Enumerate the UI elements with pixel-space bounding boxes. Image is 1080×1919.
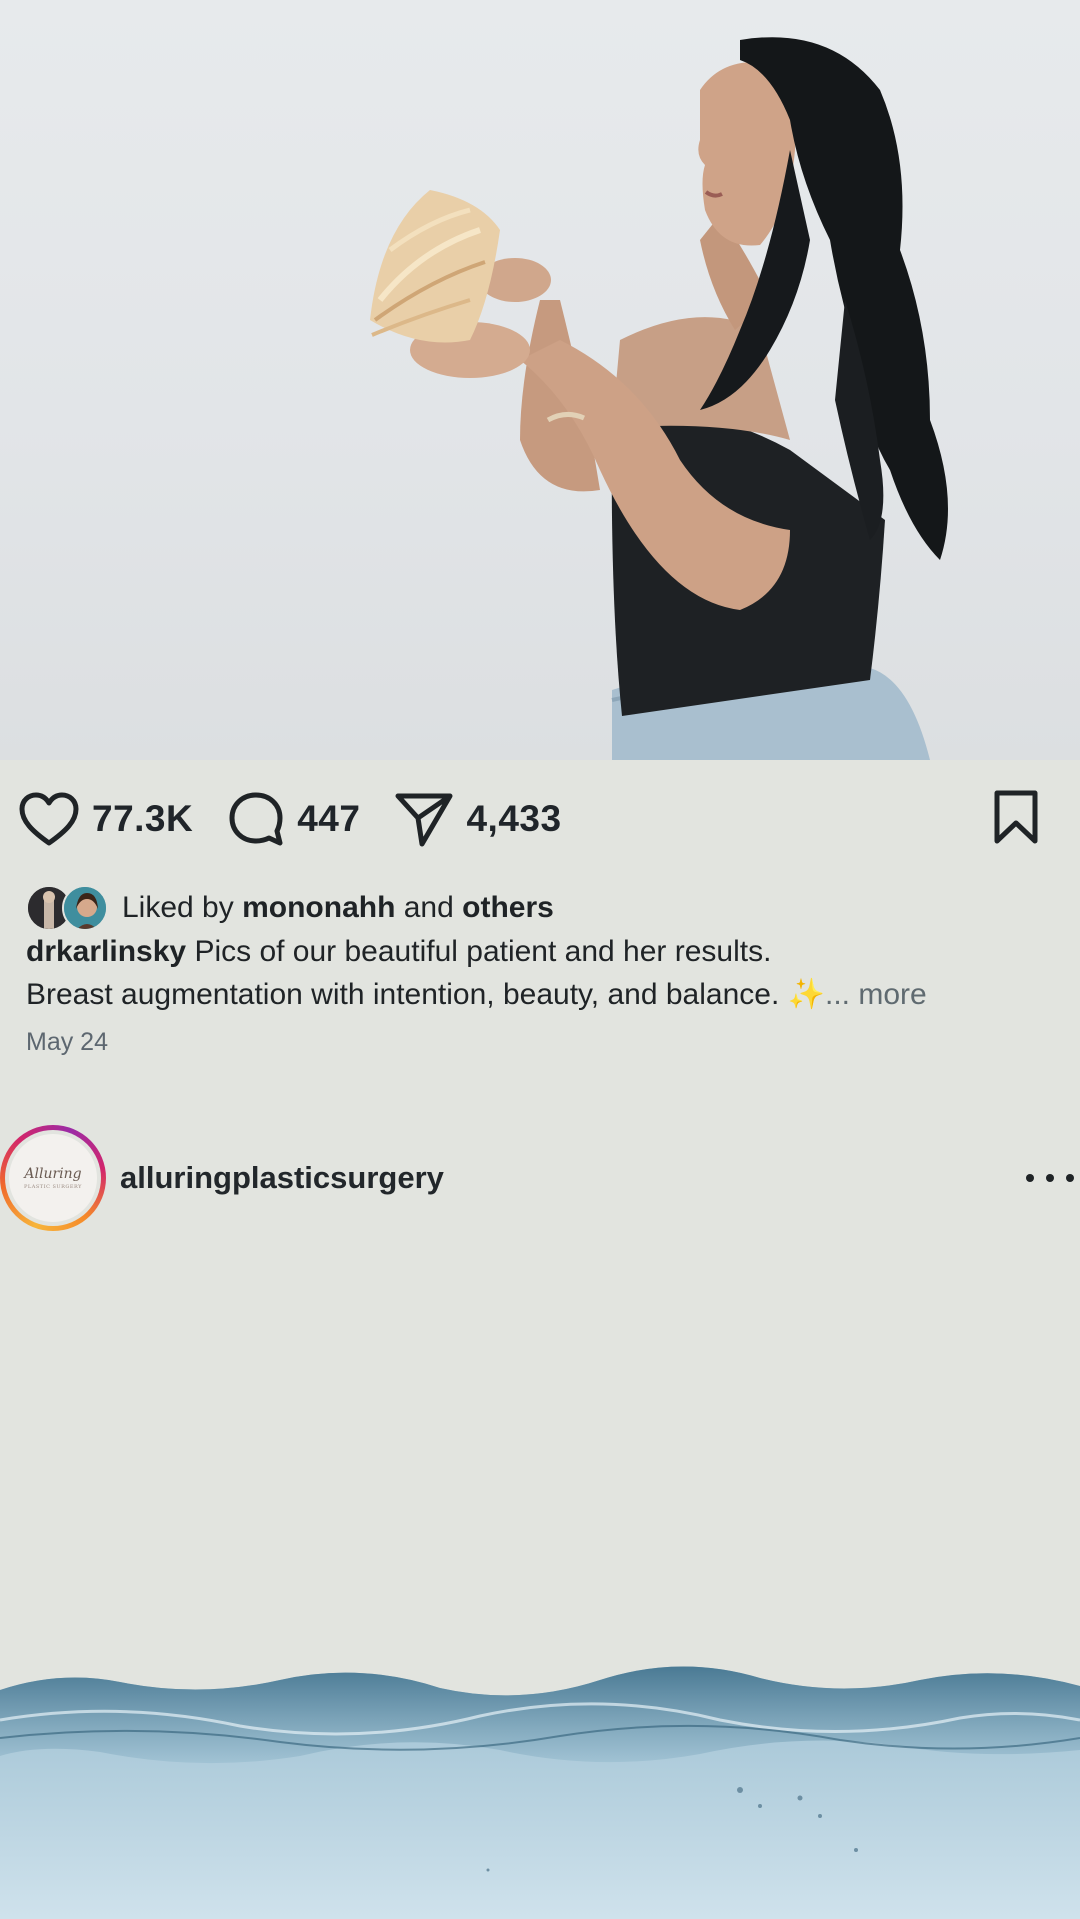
liked-by-user[interactable]: mononahh <box>242 891 395 925</box>
post-caption: drkarlinsky Pics of our beautiful patien… <box>26 930 1066 1016</box>
caption-line-1: drkarlinsky Pics of our beautiful patien… <box>26 930 1066 973</box>
next-post-header: Alluring PLASTIC SURGERY alluringplastic… <box>0 1125 1080 1231</box>
comment-action[interactable]: 447 <box>227 790 360 848</box>
like-action[interactable]: 77.3K <box>18 791 193 847</box>
avatar: Alluring PLASTIC SURGERY <box>9 1134 97 1222</box>
sparkles-emoji: ✨ <box>787 978 825 1011</box>
post-photo-illustration <box>370 37 948 760</box>
liked-by-row[interactable]: Liked by mononahh and others <box>26 884 554 932</box>
liked-by-prefix: Liked by <box>122 891 234 924</box>
post-photo[interactable] <box>0 0 1080 760</box>
water-illustration <box>0 1666 1080 1919</box>
story-ring[interactable]: Alluring PLASTIC SURGERY <box>0 1125 106 1231</box>
caption-more-link[interactable]: ... more <box>825 978 927 1011</box>
likes-count[interactable]: 77.3K <box>92 798 193 840</box>
more-dots-icon[interactable] <box>1026 1163 1074 1193</box>
caption-line-2: Breast augmentation with intention, beau… <box>26 973 1066 1016</box>
comment-icon[interactable] <box>227 790 285 848</box>
post-date: May 24 <box>26 1028 108 1056</box>
post-action-bar: 77.3K 447 4,433 <box>0 760 1080 878</box>
paper-plane-icon[interactable] <box>394 790 454 848</box>
caption-text-1: Pics of our beautiful patient and her re… <box>194 935 772 968</box>
next-post-media[interactable] <box>0 1250 1080 1919</box>
avatar <box>62 885 108 931</box>
dot <box>1026 1174 1034 1182</box>
shares-count[interactable]: 4,433 <box>466 798 561 840</box>
caption-text-2: Breast augmentation with intention, beau… <box>26 978 780 1011</box>
logo-text: Alluring <box>24 1166 82 1182</box>
heart-icon[interactable] <box>18 791 80 847</box>
logo-subtext: PLASTIC SURGERY <box>24 1184 82 1190</box>
dot <box>1066 1174 1074 1182</box>
caption-author[interactable]: drkarlinsky <box>26 935 186 968</box>
next-post-username[interactable]: alluringplasticsurgery <box>120 1160 444 1196</box>
share-action[interactable]: 4,433 <box>394 790 561 848</box>
liked-by-avatars <box>26 884 112 932</box>
liked-by-others[interactable]: others <box>462 891 554 925</box>
story-ring-gap: Alluring PLASTIC SURGERY <box>5 1130 101 1226</box>
dot <box>1046 1174 1054 1182</box>
comments-count[interactable]: 447 <box>297 798 360 840</box>
bookmark-icon[interactable] <box>992 789 1040 850</box>
liked-by-conjunction: and <box>403 891 454 924</box>
